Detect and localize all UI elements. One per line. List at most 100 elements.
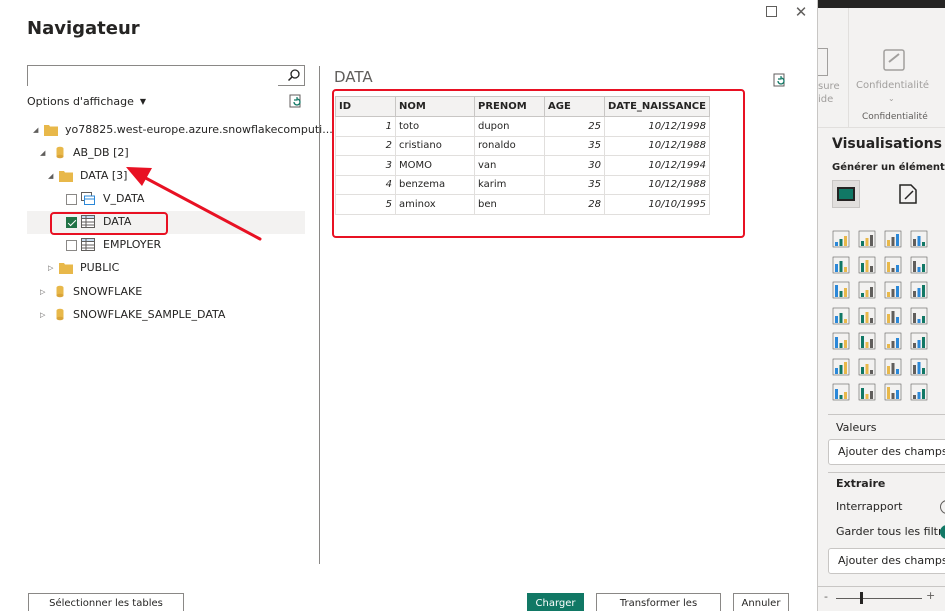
- annotation-box-data: [50, 212, 168, 235]
- tree-item-label: DATA [3]: [80, 169, 128, 182]
- tree-item-label: PUBLIC: [80, 261, 120, 274]
- tree-item-label: EMPLOYER: [103, 238, 162, 251]
- zoom-bar: - +: [818, 586, 945, 611]
- values-well[interactable]: Ajouter des champs d: [828, 439, 945, 465]
- filled-map-icon[interactable]: [858, 307, 876, 325]
- kpi-icon[interactable]: [832, 358, 850, 376]
- display-options-label: Options d'affichage: [27, 95, 134, 108]
- collapsed-icon: ▷: [40, 311, 46, 319]
- search-input[interactable]: [28, 68, 278, 87]
- maximize-icon: [766, 6, 777, 17]
- search-icon[interactable]: [287, 68, 301, 82]
- pane-divider[interactable]: [319, 66, 320, 564]
- preview-title: DATA: [334, 68, 373, 86]
- expanded-icon: ◢: [40, 149, 46, 157]
- map-icon[interactable]: [832, 307, 850, 325]
- tree-item-data-schema[interactable]: ◢ DATA [3]: [27, 165, 227, 187]
- tree-item-label: V_DATA: [103, 192, 145, 205]
- folder-icon: [59, 263, 73, 274]
- chevron-down-icon: ⌄: [888, 94, 895, 103]
- pie-chart-icon[interactable]: [910, 281, 928, 299]
- qa-icon[interactable]: [884, 358, 902, 376]
- tree-item-label: AB_DB [2]: [73, 146, 129, 159]
- chevron-down-icon: ▼: [139, 97, 146, 106]
- azure-map-icon[interactable]: [884, 307, 902, 325]
- annotation-box-preview: [332, 89, 745, 238]
- line-area-icon[interactable]: [884, 256, 902, 274]
- navigator-dialog: Navigateur ✕ Options d'affichage ▼ ◢ yo78…: [0, 0, 817, 611]
- power-apps-icon[interactable]: [832, 383, 850, 401]
- drillthrough-label: Extraire: [836, 477, 886, 490]
- clustered-column-icon[interactable]: [858, 230, 876, 248]
- line-chart-icon[interactable]: [832, 256, 850, 274]
- area-chart-icon[interactable]: [858, 256, 876, 274]
- checkbox[interactable]: [66, 240, 77, 251]
- transform-data-button[interactable]: Transformer les données: [596, 593, 721, 611]
- refresh-icon[interactable]: [773, 73, 787, 87]
- multi-row-card-icon[interactable]: [858, 332, 876, 350]
- expanded-icon: ◢: [33, 126, 39, 134]
- section-divider: [828, 414, 945, 415]
- tree-item-root[interactable]: ◢ yo78825.west-europe.azure.snowflakecom…: [27, 119, 333, 141]
- tree-item-snowflake-sample[interactable]: ▷ SNOWFLAKE_SAMPLE_DATA: [27, 304, 247, 326]
- decomposition-tree-icon[interactable]: [858, 358, 876, 376]
- stacked-bar-icon[interactable]: [832, 230, 850, 248]
- maximize-button[interactable]: [764, 4, 780, 20]
- pbi-ribbon: sure ide Confidentialité ⌄ Confidentiali…: [818, 8, 945, 128]
- clustered-bar-icon[interactable]: [884, 230, 902, 248]
- load-button[interactable]: Charger: [527, 593, 584, 611]
- gauge-icon[interactable]: [910, 307, 928, 325]
- format-visual-icon[interactable]: [896, 182, 920, 206]
- waterfall-icon[interactable]: [832, 281, 850, 299]
- select-related-tables-button[interactable]: Sélectionner les tables associées: [28, 593, 184, 611]
- table-visual-icon[interactable]: [884, 332, 902, 350]
- search-box: [27, 65, 305, 87]
- tree-item-public[interactable]: ▷ PUBLIC: [27, 257, 227, 279]
- ribbon-measure-label-2: ide: [818, 94, 834, 105]
- matrix-icon[interactable]: [910, 332, 928, 350]
- close-icon: ✕: [794, 3, 808, 21]
- close-button[interactable]: ✕: [793, 4, 809, 20]
- collapsed-icon: ▷: [48, 264, 54, 272]
- database-icon: [56, 308, 64, 321]
- sensitivity-icon: [883, 49, 905, 71]
- smart-narrative-icon[interactable]: [858, 383, 876, 401]
- cancel-button[interactable]: Annuler: [733, 593, 789, 611]
- visualizations-title: Visualisations: [832, 136, 942, 152]
- build-visual-label: Générer un élément vis: [832, 162, 945, 173]
- tree-item-ab-db[interactable]: ◢ AB_DB [2]: [27, 142, 227, 164]
- key-influencers-icon[interactable]: [910, 383, 928, 401]
- measure-icon: [818, 48, 828, 76]
- stacked-column-icon[interactable]: [910, 230, 928, 248]
- dialog-title: Navigateur: [27, 18, 140, 39]
- view-icon: [81, 192, 95, 205]
- cross-report-toggle[interactable]: [940, 500, 945, 514]
- ribbon-confidentiality-button[interactable]: Confidentialité: [856, 80, 929, 91]
- build-visual-tab[interactable]: [832, 180, 860, 208]
- database-icon: [56, 146, 64, 159]
- zoom-slider[interactable]: [836, 598, 922, 599]
- database-icon: [56, 285, 64, 298]
- paginated-report-icon[interactable]: [910, 358, 928, 376]
- display-options-dropdown[interactable]: Options d'affichage ▼: [27, 95, 146, 108]
- funnel-icon[interactable]: [858, 281, 876, 299]
- ribbon-chart-icon[interactable]: [910, 256, 928, 274]
- card-icon[interactable]: [832, 332, 850, 350]
- refresh-icon[interactable]: [289, 94, 303, 108]
- table-icon: [81, 238, 95, 251]
- drillthrough-well[interactable]: Ajouter des champs d': [828, 548, 945, 574]
- ribbon-group-label: Confidentialité: [862, 112, 928, 122]
- zoom-in-icon[interactable]: +: [926, 589, 935, 602]
- tree-item-v-data[interactable]: V_DATA: [27, 188, 227, 210]
- cross-report-label: Interrapport: [836, 500, 903, 513]
- power-automate-icon[interactable]: [884, 383, 902, 401]
- scatter-icon[interactable]: [884, 281, 902, 299]
- tree-item-employer[interactable]: EMPLOYER: [27, 234, 227, 256]
- table-visual-icon: [837, 187, 855, 201]
- zoom-out-icon[interactable]: -: [824, 590, 828, 603]
- zoom-slider-thumb[interactable]: [860, 592, 863, 604]
- collapsed-icon: ▷: [40, 288, 46, 296]
- folder-icon: [59, 171, 73, 182]
- checkbox[interactable]: [66, 194, 77, 205]
- tree-item-snowflake[interactable]: ▷ SNOWFLAKE: [27, 281, 227, 303]
